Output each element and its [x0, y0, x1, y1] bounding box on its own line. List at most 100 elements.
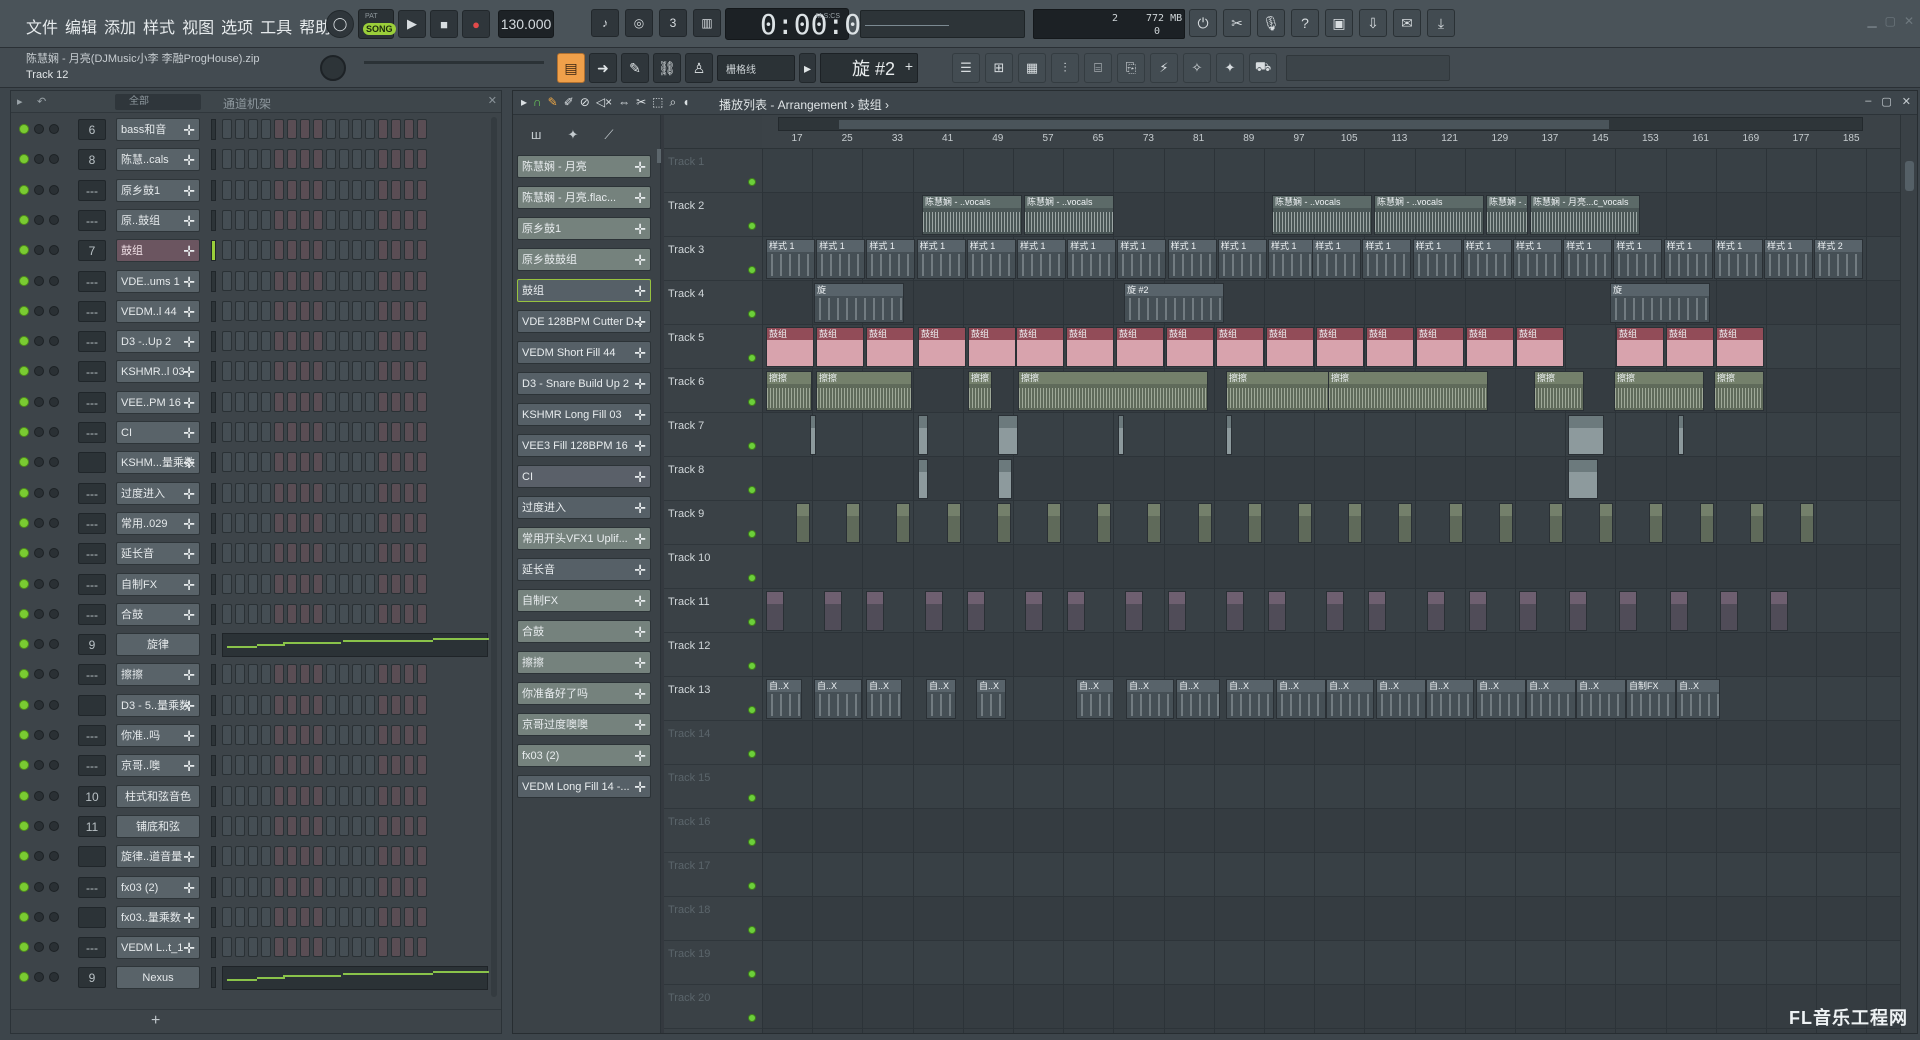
channel-led-icon[interactable]	[49, 942, 59, 953]
step-button[interactable]	[339, 391, 349, 412]
step-button[interactable]	[300, 361, 310, 382]
channel-led-icon[interactable]	[34, 669, 44, 680]
step-button[interactable]	[339, 422, 349, 442]
step-button[interactable]	[300, 300, 310, 321]
channel-led-icon[interactable]	[19, 820, 29, 831]
playlist-clip[interactable]: 样式 1	[1412, 239, 1462, 279]
step-button[interactable]	[300, 482, 310, 503]
step-button[interactable]	[326, 543, 336, 564]
step-button[interactable]	[417, 149, 427, 170]
step-button[interactable]	[378, 664, 388, 685]
step-button[interactable]	[248, 876, 258, 897]
step-button[interactable]	[313, 603, 323, 624]
playlist-clip[interactable]: 自..X	[926, 679, 956, 719]
track-header[interactable]: Track 15	[664, 765, 762, 809]
playlist-clip[interactable]	[1699, 503, 1714, 543]
channel-select-marker[interactable]	[211, 240, 216, 262]
step-button[interactable]	[274, 573, 284, 594]
step-button[interactable]	[300, 937, 310, 958]
step-button[interactable]	[300, 725, 310, 745]
channel-row[interactable]: --- VEDM L..t_1 ✛	[11, 933, 501, 963]
playlist-clip[interactable]	[1226, 415, 1232, 455]
step-button[interactable]	[365, 603, 375, 624]
step-button[interactable]	[417, 209, 427, 230]
step-button[interactable]	[326, 664, 336, 685]
channel-row[interactable]: 6 bass和音 ✛	[11, 115, 501, 145]
track-header[interactable]: Track 5	[664, 325, 762, 369]
channel-select-marker[interactable]	[211, 482, 216, 504]
step-button[interactable]	[417, 906, 427, 927]
playlist-clip[interactable]: 样式 1	[1017, 239, 1066, 279]
channel-led-icon[interactable]	[49, 820, 59, 831]
menu-arrow-icon[interactable]: ▸	[521, 95, 527, 110]
channel-select-marker[interactable]	[211, 967, 216, 989]
connect-icon[interactable]: ⚡	[1150, 53, 1178, 83]
step-button[interactable]	[352, 270, 362, 291]
playlist-clip[interactable]: 鼓组	[766, 327, 814, 367]
step-button[interactable]	[391, 300, 401, 321]
step-button[interactable]	[352, 694, 362, 715]
step-button[interactable]	[391, 543, 401, 564]
step-button[interactable]	[365, 422, 375, 442]
step-button[interactable]	[365, 331, 375, 352]
channel-name[interactable]: KSHMR..l 03 ✛	[116, 360, 200, 384]
channel-mixer-track[interactable]: 7	[78, 240, 106, 262]
step-button[interactable]	[248, 300, 258, 321]
track-header[interactable]: Track 14	[664, 721, 762, 765]
step-button[interactable]	[313, 694, 323, 715]
channel-select-marker[interactable]	[211, 876, 216, 898]
channel-row[interactable]: 8 陈慧..cals ✛	[11, 145, 501, 175]
step-button[interactable]	[287, 785, 297, 806]
step-button[interactable]	[404, 391, 414, 412]
channel-name[interactable]: Nexus	[116, 966, 200, 990]
channel-mixer-track[interactable]: ---	[78, 512, 106, 534]
playlist-clip[interactable]: 陈慧娴 - ..vocals	[1486, 195, 1528, 235]
channel-led-icon[interactable]	[34, 336, 44, 347]
step-button[interactable]	[261, 209, 271, 230]
step-button[interactable]	[235, 240, 245, 261]
step-button[interactable]	[222, 725, 232, 745]
channel-led-icon[interactable]	[49, 275, 59, 286]
step-button[interactable]	[313, 512, 323, 533]
channel-row[interactable]: --- 擦擦 ✛	[11, 660, 501, 690]
step-button[interactable]	[261, 149, 271, 170]
close-icon[interactable]: ✕	[1902, 95, 1911, 108]
step-button[interactable]	[404, 846, 414, 867]
playlist-clip[interactable]	[1568, 415, 1604, 455]
step-button[interactable]	[313, 240, 323, 261]
track-header[interactable]: Track 7	[664, 413, 762, 457]
channel-led-icon[interactable]	[19, 851, 29, 862]
channel-name[interactable]: 原乡鼓1 ✛	[116, 178, 200, 202]
step-button[interactable]	[261, 361, 271, 382]
channel-mixer-track[interactable]: ---	[78, 725, 106, 746]
channel-select-marker[interactable]	[211, 422, 216, 443]
channel-led-icon[interactable]	[49, 911, 59, 922]
channel-mixer-track[interactable]: ---	[78, 300, 106, 322]
playlist-clip[interactable]: 样式 1	[1268, 239, 1317, 279]
step-button[interactable]	[417, 361, 427, 382]
step-button[interactable]	[287, 452, 297, 473]
step-button[interactable]	[300, 694, 310, 715]
track-lanes[interactable]: 陈慧娴 - ..vocals 陈慧娴 - ..vocals 陈慧娴 - ..voca…	[762, 149, 1902, 1033]
draw-icon[interactable]: ✎	[548, 95, 558, 110]
step-button[interactable]	[261, 937, 271, 958]
step-button[interactable]	[222, 785, 232, 806]
step-button[interactable]	[339, 270, 349, 291]
step-button[interactable]	[261, 391, 271, 412]
step-button[interactable]	[352, 512, 362, 533]
step-button[interactable]	[326, 209, 336, 230]
step-button[interactable]	[326, 179, 336, 200]
channel-plus-icon[interactable]: ✛	[183, 574, 195, 595]
step-button[interactable]	[287, 179, 297, 200]
playlist-clip[interactable]	[1298, 503, 1312, 543]
step-button[interactable]	[339, 876, 349, 897]
step-button[interactable]	[339, 603, 349, 624]
horizontal-scrollbar[interactable]	[778, 117, 1863, 131]
channel-row[interactable]: --- 常用..029 ✛	[11, 509, 501, 539]
step-button[interactable]	[365, 361, 375, 382]
playlist-clip[interactable]: 样式 1	[966, 239, 1016, 279]
step-button[interactable]	[404, 876, 414, 897]
step-button[interactable]	[378, 725, 388, 745]
step-button[interactable]	[300, 331, 310, 352]
step-button[interactable]	[248, 391, 258, 412]
